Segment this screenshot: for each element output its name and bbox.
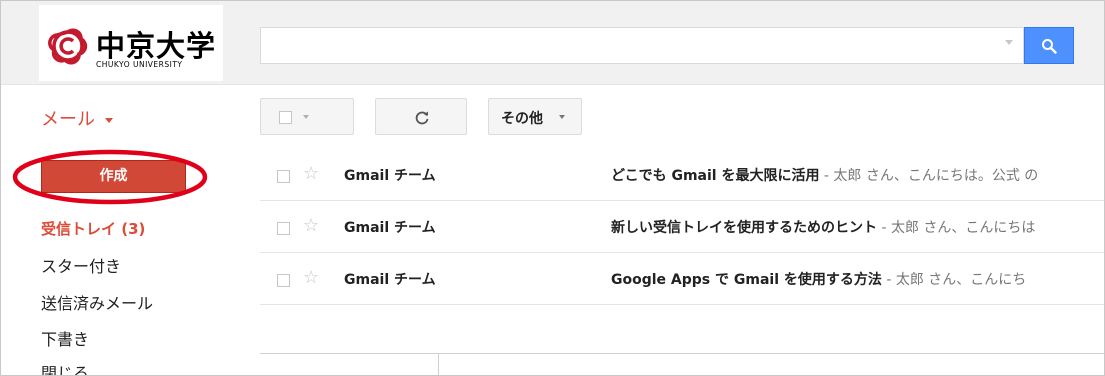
search-button[interactable] [1024,27,1074,64]
sidebar-item-starred[interactable]: スター付き [41,253,121,277]
mail-switcher-label: メール [41,109,95,130]
list-footer-divider [260,353,1104,354]
message-sender: Gmail チーム [344,272,436,288]
message-sender: Gmail チーム [344,168,436,184]
top-bar: 中京大学 CHUKYO UNIVERSITY [1,1,1104,85]
search-options-chevron-icon[interactable] [1005,40,1013,45]
more-button[interactable]: その他 [488,98,582,135]
select-all-button[interactable] [260,98,354,135]
message-snippet: - 太郎 さん、こんにち [881,272,1027,288]
search-input[interactable] [269,28,993,63]
message-subject-line: 新しい受信トレイを使用するためのヒント - 太郎 さん、こんにちは [611,217,1104,237]
gmail-window: 中京大学 CHUKYO UNIVERSITY メール その他 作成 受信トレイ … [0,0,1105,376]
message-row[interactable]: ☆ Gmail チーム 新しい受信トレイを使用するためのヒント - 太郎 さん、… [260,201,1104,253]
search-icon [1042,39,1057,54]
list-footer-separator [438,353,439,375]
sidebar-item-drafts[interactable]: 下書き [41,326,89,350]
star-icon[interactable]: ☆ [303,163,319,184]
star-icon[interactable]: ☆ [303,267,319,288]
row-checkbox[interactable] [277,170,290,183]
chevron-down-icon [105,117,113,123]
message-row[interactable]: ☆ Gmail チーム どこでも Gmail を最大限に活用 - 太郎 さん、こ… [260,149,1104,201]
mail-switcher[interactable]: メール [41,105,113,131]
search-box[interactable] [260,27,1024,64]
message-subject-line: Google Apps で Gmail を使用する方法 - 太郎 さん、こんにち [611,269,1104,289]
chevron-down-icon [303,115,309,119]
logo-name: 中京大学 [96,29,217,63]
sidebar-item-sent[interactable]: 送信済みメール [41,290,153,314]
more-button-label: その他 [501,111,543,127]
star-icon[interactable]: ☆ [303,215,319,236]
plum-blossom-logo-icon [48,28,88,65]
sidebar-item-cut-off[interactable]: 閉じる [41,360,89,375]
message-subject-line: どこでも Gmail を最大限に活用 - 太郎 さん、こんにちは。公式 の [611,165,1104,185]
chevron-down-icon [559,115,565,119]
message-row[interactable]: ☆ Gmail チーム Google Apps で Gmail を使用する方法 … [260,253,1104,305]
logo-subtitle: CHUKYO UNIVERSITY [96,60,183,69]
message-snippet: - 太郎 さん、こんにちは。公式 の [819,168,1039,184]
refresh-button[interactable] [375,98,467,135]
row-checkbox[interactable] [277,222,290,235]
message-subject: 新しい受信トレイを使用するためのヒント [611,220,877,236]
checkbox-icon [279,111,292,124]
highlight-ellipse-annotation [12,149,208,205]
university-logo[interactable]: 中京大学 CHUKYO UNIVERSITY [39,5,223,81]
message-subject: どこでも Gmail を最大限に活用 [611,168,820,184]
message-subject: Google Apps で Gmail を使用する方法 [611,272,882,288]
row-checkbox[interactable] [277,274,290,287]
refresh-icon [415,111,429,125]
sidebar-item-inbox[interactable]: 受信トレイ (3) [41,218,145,239]
message-sender: Gmail チーム [344,220,436,236]
message-snippet: - 太郎 さん、こんにちは [877,220,1036,236]
